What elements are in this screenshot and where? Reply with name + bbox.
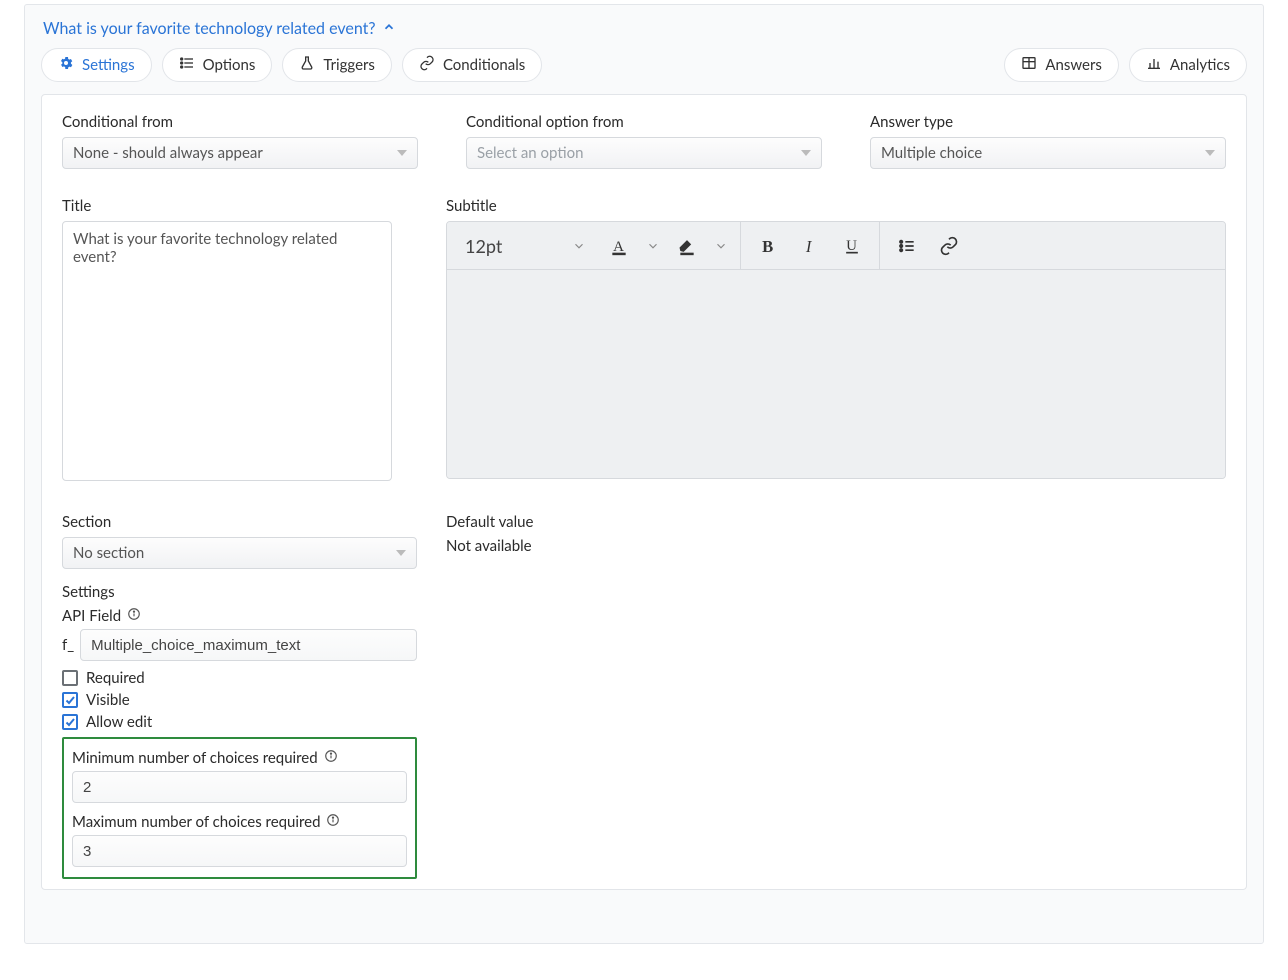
subtitle-toolbar: 12pt A B I U bbox=[447, 222, 1225, 270]
tab-triggers[interactable]: Triggers bbox=[282, 48, 392, 82]
link-button[interactable] bbox=[934, 231, 964, 261]
italic-button[interactable]: I bbox=[795, 231, 825, 261]
info-icon[interactable] bbox=[324, 749, 338, 767]
tab-conditionals[interactable]: Conditionals bbox=[402, 48, 542, 82]
visible-label: Visible bbox=[86, 691, 130, 709]
checkbox-checked-icon bbox=[62, 714, 78, 730]
subtitle-label: Subtitle bbox=[446, 197, 1226, 215]
settings-heading: Settings bbox=[62, 583, 417, 601]
conditional-from-value: None - should always appear bbox=[73, 144, 263, 162]
font-size-dropdown[interactable]: 12pt bbox=[459, 235, 592, 257]
answer-type-value: Multiple choice bbox=[881, 144, 982, 162]
required-label: Required bbox=[86, 669, 145, 687]
text-color-button[interactable]: A bbox=[604, 231, 634, 261]
question-title-link[interactable]: What is your favorite technology related… bbox=[43, 19, 396, 38]
min-choices-label: Minimum number of choices required bbox=[72, 749, 318, 767]
section-select[interactable]: No section bbox=[62, 537, 417, 569]
answer-type-select[interactable]: Multiple choice bbox=[870, 137, 1226, 169]
answers-label: Answers bbox=[1045, 56, 1102, 74]
tab-conditionals-label: Conditionals bbox=[443, 56, 525, 74]
tab-triggers-label: Triggers bbox=[323, 56, 375, 74]
title-label: Title bbox=[62, 197, 392, 215]
allow-edit-label: Allow edit bbox=[86, 713, 152, 731]
answers-button[interactable]: Answers bbox=[1004, 48, 1119, 82]
default-value-text: Not available bbox=[446, 537, 1226, 555]
analytics-button[interactable]: Analytics bbox=[1129, 48, 1247, 82]
chevron-down-icon[interactable] bbox=[714, 239, 728, 253]
svg-text:A: A bbox=[613, 239, 624, 255]
chart-icon bbox=[1146, 55, 1162, 75]
tab-options-label: Options bbox=[203, 56, 256, 74]
conditional-option-from-label: Conditional option from bbox=[466, 113, 822, 131]
tab-settings-label: Settings bbox=[82, 56, 135, 74]
section-label: Section bbox=[62, 513, 417, 531]
title-textarea[interactable] bbox=[62, 221, 392, 481]
required-checkbox[interactable]: Required bbox=[62, 669, 417, 687]
visible-checkbox[interactable]: Visible bbox=[62, 691, 417, 709]
caret-down-icon bbox=[801, 150, 811, 156]
caret-down-icon bbox=[1205, 150, 1215, 156]
answer-type-label: Answer type bbox=[870, 113, 1226, 131]
tab-options[interactable]: Options bbox=[162, 48, 273, 82]
highlight-color-button[interactable] bbox=[672, 231, 702, 261]
underline-button[interactable]: U bbox=[837, 231, 867, 261]
conditional-from-select[interactable]: None - should always appear bbox=[62, 137, 418, 169]
allow-edit-checkbox[interactable]: Allow edit bbox=[62, 713, 417, 731]
table-icon bbox=[1021, 55, 1037, 75]
choices-highlight-box: Minimum number of choices required Maxim… bbox=[62, 737, 417, 879]
conditional-option-from-select[interactable]: Select an option bbox=[466, 137, 822, 169]
bullet-list-button[interactable] bbox=[892, 231, 922, 261]
analytics-label: Analytics bbox=[1170, 56, 1230, 74]
default-value-label: Default value bbox=[446, 513, 1226, 531]
max-choices-input[interactable] bbox=[72, 835, 407, 867]
api-field-label: API Field bbox=[62, 607, 121, 625]
max-choices-label: Maximum number of choices required bbox=[72, 813, 320, 831]
api-field-input[interactable] bbox=[80, 629, 417, 661]
conditional-option-from-value: Select an option bbox=[477, 144, 583, 162]
svg-text:U: U bbox=[846, 238, 857, 254]
api-field-prefix: f_ bbox=[62, 636, 74, 654]
question-title-text: What is your favorite technology related… bbox=[43, 19, 376, 38]
font-size-value: 12pt bbox=[465, 235, 502, 257]
checkbox-icon bbox=[62, 670, 78, 686]
info-icon[interactable] bbox=[326, 813, 340, 831]
list-icon bbox=[179, 55, 195, 75]
caret-down-icon bbox=[396, 550, 406, 556]
bold-button[interactable]: B bbox=[753, 231, 783, 261]
section-value: No section bbox=[73, 544, 144, 562]
subtitle-editor-body[interactable] bbox=[447, 270, 1225, 478]
link-icon bbox=[419, 55, 435, 75]
flask-icon bbox=[299, 55, 315, 75]
caret-down-icon bbox=[397, 150, 407, 156]
svg-text:B: B bbox=[762, 236, 773, 255]
checkbox-checked-icon bbox=[62, 692, 78, 708]
svg-text:I: I bbox=[805, 236, 813, 255]
gear-icon bbox=[58, 55, 74, 75]
conditional-from-label: Conditional from bbox=[62, 113, 418, 131]
chevron-up-icon bbox=[382, 19, 396, 38]
tab-settings[interactable]: Settings bbox=[41, 48, 152, 82]
min-choices-input[interactable] bbox=[72, 771, 407, 803]
chevron-down-icon[interactable] bbox=[646, 239, 660, 253]
info-icon[interactable] bbox=[127, 607, 141, 625]
chevron-down-icon bbox=[572, 239, 586, 253]
